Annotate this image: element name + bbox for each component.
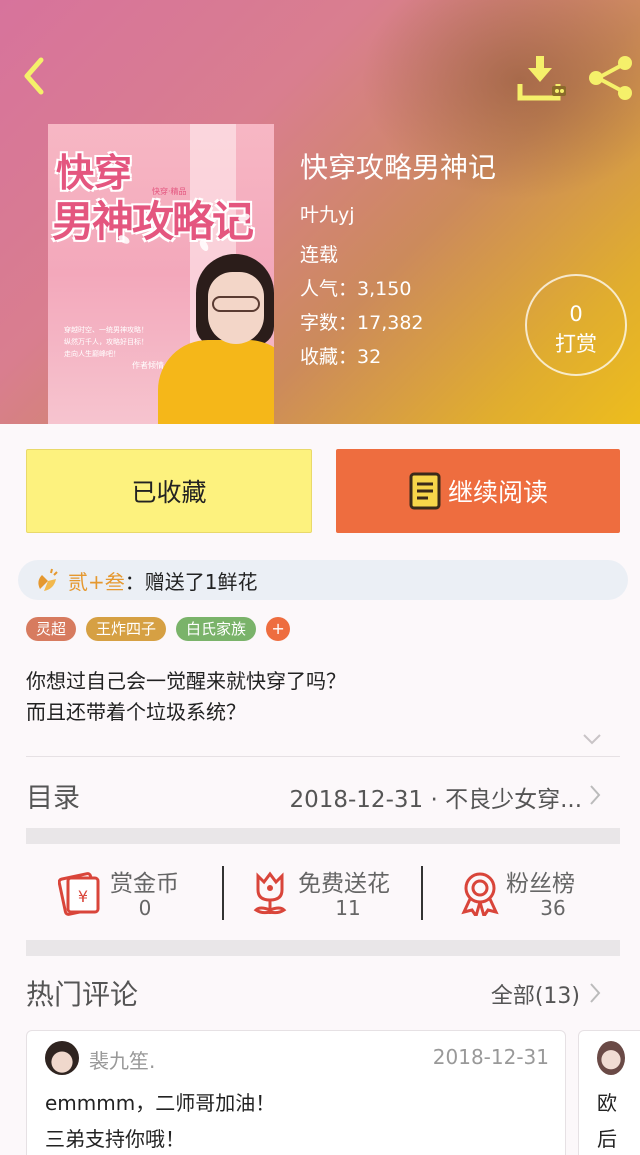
divider	[26, 756, 620, 757]
popularity-value: 3,150	[357, 278, 412, 300]
avatar[interactable]	[597, 1041, 625, 1075]
stat-value: 36	[540, 896, 566, 920]
comment-line: 欧	[597, 1091, 617, 1115]
svg-text:¥: ¥	[78, 887, 88, 906]
favorites-row: 收藏：32	[300, 342, 381, 369]
continue-reading-button[interactable]: 继续阅读	[336, 449, 620, 533]
comment-text: emmmm，二师哥加油！ 三弟支持你哦！	[45, 1085, 275, 1155]
gift-notice[interactable]: 贰+叁 ：赠送了1鲜花	[18, 560, 628, 600]
clap-icon	[38, 568, 58, 591]
chevron-right-icon[interactable]	[588, 982, 602, 1004]
comment-card[interactable]: 裴九笙. 2018-12-31 emmmm，二师哥加油！ 三弟支持你哦！	[26, 1030, 566, 1155]
divider	[222, 866, 224, 920]
comment-line: emmmm，二师哥加油！	[45, 1091, 276, 1115]
book-status: 连载	[300, 244, 339, 266]
cover-figure-body	[158, 340, 274, 424]
intro-line: 你想过自己会一觉醒来就快穿了吗？	[26, 669, 346, 693]
chevron-right-icon[interactable]	[588, 784, 602, 806]
comment-line: 后	[597, 1127, 617, 1151]
stat-label: 免费送花	[298, 871, 390, 897]
share-button[interactable]	[586, 54, 636, 102]
reward-count: 0	[569, 302, 583, 326]
favorited-button[interactable]: 已收藏	[26, 449, 312, 533]
reward-label: 打赏	[555, 332, 597, 356]
tag-list: 灵超 王炸四子 白氏家族 +	[26, 617, 300, 641]
download-button[interactable]	[516, 54, 568, 102]
tag-item[interactable]: 灵超	[26, 617, 77, 641]
favorites-value: 32	[357, 346, 382, 368]
book-title: 快穿攻略男神记	[300, 151, 497, 184]
book-author[interactable]: 叶九yj	[300, 200, 355, 227]
cover-figure-glasses	[212, 296, 260, 312]
intro-line: 而且还带着个垃圾系统？	[26, 700, 246, 724]
stat-value: 11	[335, 896, 361, 920]
comment-text: 欧 后	[597, 1085, 617, 1155]
word-count-value: 17,382	[357, 312, 424, 334]
cover-blurb-line: 纵然万千人，攻略好目标！	[64, 338, 148, 346]
avatar[interactable]	[45, 1041, 79, 1075]
cover-blurb-line: 走向人生巅峰吧！	[64, 350, 120, 358]
stat-label: 赏金币	[110, 871, 179, 897]
continue-reading-label: 继续阅读	[447, 478, 548, 507]
favorites-label: 收藏：	[300, 346, 358, 368]
comment-card[interactable]: 欧 后	[578, 1030, 640, 1155]
gift-user[interactable]: 贰+叁	[68, 566, 125, 595]
word-count-label: 字数：	[300, 312, 358, 334]
add-tag-button[interactable]: +	[266, 617, 291, 641]
word-count-row: 字数：17,382	[300, 308, 424, 335]
section-separator	[26, 828, 620, 844]
stat-label: 粉丝榜	[506, 871, 575, 897]
comment-date: 2018-12-31	[432, 1045, 549, 1069]
stats-row: ¥ 赏金币 0 免费送花 11 粉丝榜 36	[26, 850, 620, 940]
download-icon	[517, 56, 566, 101]
tag-item[interactable]: 白氏家族	[176, 617, 257, 641]
back-button[interactable]	[14, 56, 54, 96]
comment-line: 三弟支持你哦！	[45, 1127, 185, 1151]
free-flower-stat[interactable]: 免费送花 11	[248, 864, 428, 926]
gift-text: ：赠送了1鲜花	[124, 569, 258, 594]
hot-comments-title: 热门评论	[26, 978, 139, 1011]
toc-label[interactable]: 目录	[26, 776, 80, 815]
book-cover[interactable]: 快穿 快穿·精品 男神攻略记 穿越时空、一统男神攻略！ 纵然万千人，攻略好目标！…	[48, 124, 274, 424]
share-icon	[589, 56, 632, 100]
tag-item[interactable]: 王炸四子	[86, 617, 167, 641]
popularity-label: 人气：	[300, 278, 358, 300]
cover-blurb: 穿越时空、一统男神攻略！ 纵然万千人，攻略好目标！ 走向人生巅峰吧！	[64, 324, 148, 360]
reward-button[interactable]: 0 打赏	[525, 274, 627, 376]
section-separator	[26, 940, 620, 956]
cover-title-line2: 男神攻略记	[52, 197, 254, 246]
medal-icon	[461, 872, 499, 916]
comment-username[interactable]: 裴九笙.	[89, 1045, 155, 1074]
divider	[421, 866, 423, 920]
book-intro[interactable]: 你想过自己会一觉醒来就快穿了吗？ 而且还带着个垃圾系统？	[26, 666, 346, 728]
chevron-left-icon	[24, 57, 44, 95]
cover-blurb-line: 穿越时空、一统男神攻略！	[64, 326, 148, 334]
chevron-down-icon[interactable]	[582, 732, 602, 746]
popularity-row: 人气：3,150	[300, 274, 411, 301]
stat-value: 0	[138, 896, 152, 920]
book-header: 快穿 快穿·精品 男神攻略记 穿越时空、一统男神攻略！ 纵然万千人，攻略好目标！…	[0, 0, 640, 424]
avatar-image	[45, 1041, 79, 1075]
latest-chapter[interactable]: 2018-12-31 · 不良少女穿...	[289, 780, 582, 814]
fan-ranking-stat[interactable]: 粉丝榜 36	[458, 864, 608, 926]
book-icon	[409, 472, 441, 510]
red-envelope-icon: ¥	[58, 872, 100, 916]
all-comments-link[interactable]: 全部(13)	[491, 978, 580, 1010]
flower-icon	[253, 871, 287, 915]
coin-reward-stat[interactable]: ¥ 赏金币 0	[58, 864, 218, 926]
